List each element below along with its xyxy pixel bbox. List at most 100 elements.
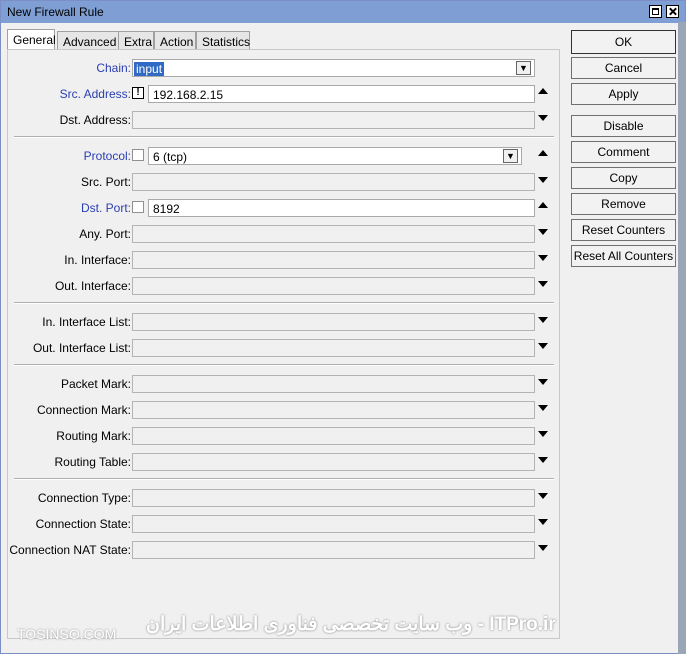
any-port-field[interactable] (132, 225, 535, 243)
routing-mark-field[interactable] (132, 427, 535, 445)
in-interface-label: In. Interface: (64, 253, 131, 267)
apply-button[interactable]: Apply (571, 83, 676, 105)
expand-arrow-icon[interactable] (538, 493, 548, 499)
tab-extra[interactable]: Extra (118, 31, 154, 49)
expand-arrow-icon[interactable] (538, 229, 548, 235)
connection-mark-row: Connection Mark: (8, 401, 561, 419)
separator (14, 136, 554, 138)
expand-arrow-icon[interactable] (538, 545, 548, 551)
expand-arrow-icon[interactable] (538, 177, 548, 183)
out-interface-list-row: Out. Interface List: (8, 339, 561, 357)
out-interface-field[interactable] (132, 277, 535, 295)
protocol-field[interactable]: 6 (tcp) ▼ (148, 147, 522, 165)
connection-state-field[interactable] (132, 515, 535, 533)
expand-arrow-icon[interactable] (538, 457, 548, 463)
chain-label: Chain: (96, 61, 131, 75)
expand-arrow-icon[interactable] (538, 431, 548, 437)
connection-nat-state-row: Connection NAT State: (8, 541, 561, 559)
protocol-value: 6 (tcp) (153, 150, 188, 164)
protocol-row: Protocol: 6 (tcp) ▼ (8, 147, 561, 165)
out-interface-list-label: Out. Interface List: (32, 341, 131, 355)
dst-address-field[interactable] (132, 111, 535, 129)
collapse-arrow-icon[interactable] (538, 150, 548, 156)
packet-mark-label: Packet Mark: (60, 377, 131, 391)
chain-dropdown-icon[interactable]: ▼ (516, 61, 531, 75)
title-bar[interactable]: New Firewall Rule (1, 1, 685, 23)
close-icon[interactable] (666, 5, 679, 18)
chain-value: input (134, 62, 165, 76)
routing-mark-label: Routing Mark: (56, 429, 131, 443)
background-edge (678, 22, 686, 654)
collapse-arrow-icon[interactable] (538, 202, 548, 208)
src-address-value: 192.168.2.15 (153, 88, 224, 102)
expand-arrow-icon[interactable] (538, 255, 548, 261)
expand-arrow-icon[interactable] (538, 115, 548, 121)
expand-arrow-icon[interactable] (538, 519, 548, 525)
out-interface-label: Out. Interface: (54, 279, 131, 293)
in-interface-row: In. Interface: (8, 251, 561, 269)
connection-nat-state-field[interactable] (132, 541, 535, 559)
expand-arrow-icon[interactable] (538, 281, 548, 287)
packet-mark-row: Packet Mark: (8, 375, 561, 393)
connection-mark-field[interactable] (132, 401, 535, 419)
reset-all-counters-button[interactable]: Reset All Counters (571, 245, 676, 267)
src-address-negate-checkbox[interactable]: ! (132, 87, 144, 99)
expand-arrow-icon[interactable] (538, 405, 548, 411)
protocol-label: Protocol: (83, 149, 131, 163)
collapse-arrow-icon[interactable] (538, 88, 548, 94)
reset-counters-button[interactable]: Reset Counters (571, 219, 676, 241)
chain-field[interactable]: input ▼ (132, 59, 535, 77)
out-interface-list-field[interactable] (132, 339, 535, 357)
ok-button[interactable]: OK (571, 30, 676, 54)
expand-arrow-icon[interactable] (538, 379, 548, 385)
comment-button[interactable]: Comment (571, 141, 676, 163)
dst-address-row: Dst. Address: (8, 111, 561, 129)
in-interface-list-field[interactable] (132, 313, 535, 331)
expand-arrow-icon[interactable] (538, 317, 548, 323)
protocol-dropdown-icon[interactable]: ▼ (503, 149, 518, 163)
protocol-negate-checkbox[interactable] (132, 149, 144, 161)
connection-state-label: Connection State: (35, 517, 131, 531)
in-interface-list-row: In. Interface List: (8, 313, 561, 331)
src-port-row: Src. Port: (8, 173, 561, 191)
src-port-field[interactable] (132, 173, 535, 191)
dst-port-label: Dst. Port: (80, 201, 131, 215)
routing-table-row: Routing Table: (8, 453, 561, 471)
src-address-field[interactable]: 192.168.2.15 (148, 85, 535, 103)
connection-type-field[interactable] (132, 489, 535, 507)
routing-table-field[interactable] (132, 453, 535, 471)
connection-mark-label: Connection Mark: (36, 403, 131, 417)
src-address-row: Src. Address: ! 192.168.2.15 (8, 85, 561, 103)
separator (14, 478, 554, 480)
tab-general[interactable]: General (7, 29, 56, 50)
copy-button[interactable]: Copy (571, 167, 676, 189)
packet-mark-field[interactable] (132, 375, 535, 393)
tab-action[interactable]: Action (154, 31, 196, 49)
src-address-label: Src. Address: (59, 87, 131, 101)
connection-state-row: Connection State: (8, 515, 561, 533)
src-port-label: Src. Port: (80, 175, 131, 189)
expand-arrow-icon[interactable] (538, 343, 548, 349)
window-title: New Firewall Rule (7, 5, 104, 19)
any-port-row: Any. Port: (8, 225, 561, 243)
tab-advanced[interactable]: Advanced (57, 31, 119, 49)
connection-type-row: Connection Type: (8, 489, 561, 507)
tab-statistics[interactable]: Statistics (196, 31, 250, 49)
dst-port-field[interactable]: 8192 (148, 199, 535, 217)
chain-row: Chain: input ▼ (8, 59, 561, 77)
any-port-label: Any. Port: (79, 227, 131, 241)
dst-port-negate-checkbox[interactable] (132, 201, 144, 213)
maximize-icon[interactable] (649, 5, 662, 18)
routing-mark-row: Routing Mark: (8, 427, 561, 445)
separator (14, 302, 554, 304)
in-interface-field[interactable] (132, 251, 535, 269)
in-interface-list-label: In. Interface List: (42, 315, 131, 329)
firewall-rule-window: New Firewall Rule General Advanced Extra… (0, 0, 686, 654)
disable-button[interactable]: Disable (571, 115, 676, 137)
cancel-button[interactable]: Cancel (571, 57, 676, 79)
connection-nat-state-label: Connection NAT State: (9, 543, 131, 557)
general-panel: Chain: input ▼ Src. Address: ! 192.168.2… (7, 49, 560, 639)
dst-port-row: Dst. Port: 8192 (8, 199, 561, 217)
connection-type-label: Connection Type: (37, 491, 131, 505)
remove-button[interactable]: Remove (571, 193, 676, 215)
